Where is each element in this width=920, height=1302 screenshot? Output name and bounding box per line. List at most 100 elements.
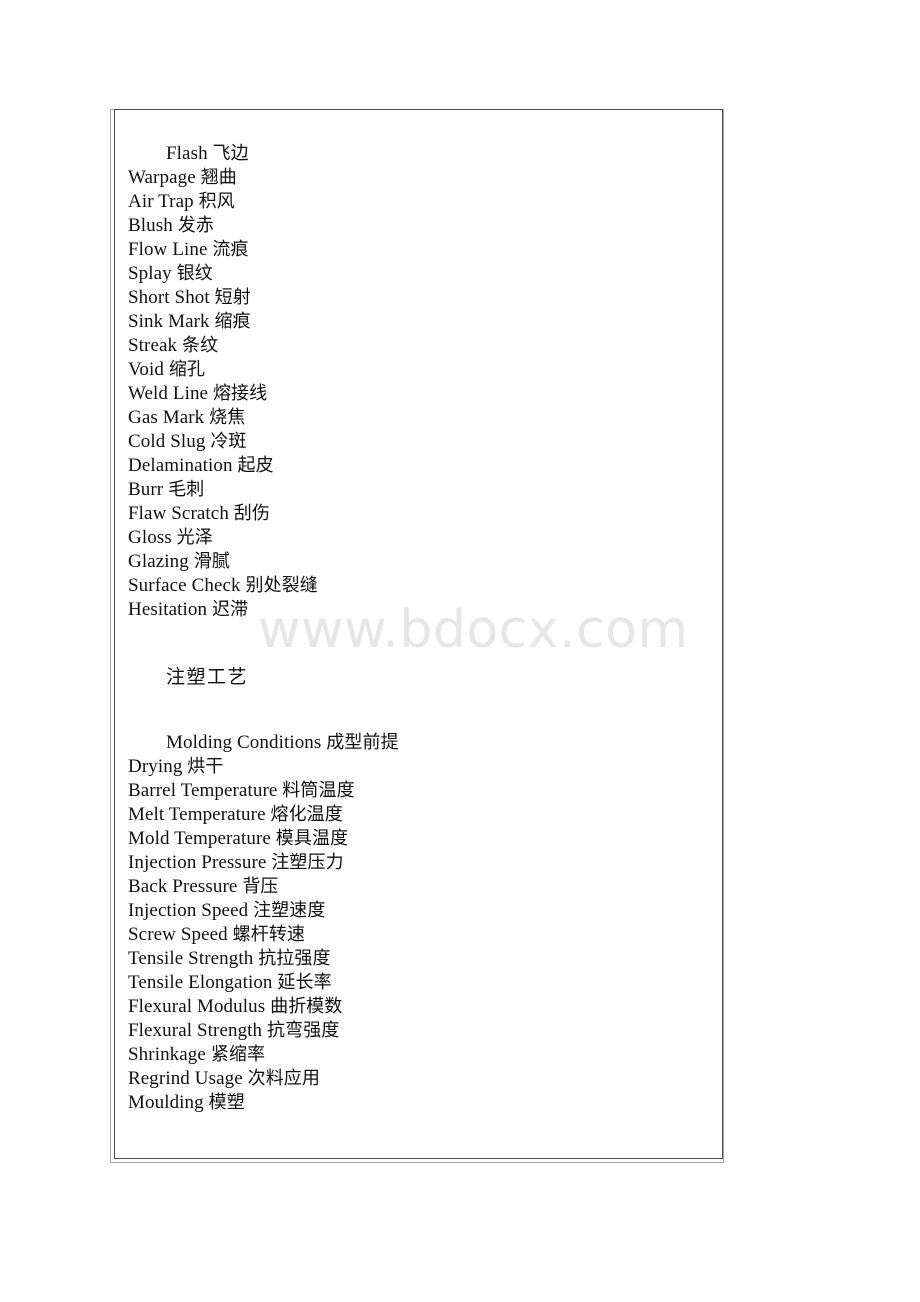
glossary-term-cn: 烧焦 [209, 407, 246, 428]
glossary-line: Air Trap 积风 [128, 190, 708, 214]
glossary-term-en: Gloss [128, 527, 172, 548]
glossary-term-en: Back Pressure [128, 876, 238, 897]
glossary-term-en: Hesitation [128, 599, 208, 620]
glossary-line: Streak 条纹 [128, 334, 708, 358]
section-molding-conditions: Molding Conditions 成型前提 Drying 烘干 Barrel T… [128, 731, 708, 1115]
glossary-term-cn: 积风 [198, 191, 235, 212]
glossary-term-cn: 紧缩率 [210, 1044, 266, 1065]
glossary-line: Surface Check 别处裂缝 [128, 574, 708, 598]
glossary-term-cn: 抗拉强度 [258, 948, 331, 969]
glossary-line: Warpage 翘曲 [128, 166, 708, 190]
glossary-line: Hesitation 迟滞 [128, 598, 708, 622]
glossary-term-en: Blush [128, 215, 173, 236]
glossary-line: Blush 发赤 [128, 214, 708, 238]
gap-after-process-heading [128, 691, 708, 731]
glossary-term-en: Flexural Modulus [128, 996, 266, 1017]
glossary-term-en: Flaw Scratch [128, 503, 229, 524]
glossary-line: Moulding 模塑 [128, 1091, 708, 1115]
glossary-term-en: Flash [166, 143, 208, 164]
glossary-term-en: Molding Conditions [166, 732, 322, 753]
gap-after-defects [128, 622, 708, 664]
glossary-term-cn: 模具温度 [275, 828, 349, 849]
glossary-term-en: Melt Temperature [128, 804, 266, 825]
glossary-line: Screw Speed 螺杆转速 [128, 923, 708, 947]
glossary-line: Flexural Strength 抗弯强度 [128, 1019, 708, 1043]
glossary-line: Flexural Modulus 曲折模数 [128, 995, 708, 1019]
glossary-line: Tensile Elongation 延长率 [128, 971, 708, 995]
glossary-term-en: Sink Mark [128, 311, 210, 332]
glossary-term-cn: 抗弯强度 [267, 1020, 340, 1041]
glossary-term-cn: 发赤 [177, 215, 214, 236]
glossary-term-cn: 起皮 [237, 455, 274, 476]
glossary-term-cn: 次料应用 [247, 1068, 321, 1089]
glossary-term-cn: 缩痕 [214, 311, 251, 332]
glossary-term-en: Gas Mark [128, 407, 205, 428]
glossary-term-cn: 飞边 [212, 143, 249, 164]
glossary-line: Cold Slug 冷斑 [128, 430, 708, 454]
document-content: Flash 飞边 Warpage 翘曲 Air Trap 积风 Blush 发赤 Flo… [128, 120, 708, 1115]
section-defect-glossary: Flash 飞边 Warpage 翘曲 Air Trap 积风 Blush 发赤 Flo… [128, 142, 708, 622]
glossary-line: Barrel Temperature 料筒温度 [128, 779, 708, 803]
glossary-term-en: Screw Speed [128, 924, 228, 945]
glossary-term-cn: 毛刺 [168, 479, 205, 500]
glossary-line: Injection Pressure 注塑压力 [128, 851, 708, 875]
glossary-term-en: Barrel Temperature [128, 780, 278, 801]
glossary-term-en: Warpage [128, 167, 196, 188]
glossary-term-en: Streak [128, 335, 178, 356]
glossary-term-cn: 成型前提 [326, 732, 399, 753]
glossary-term-en: Regrind Usage [128, 1068, 243, 1089]
glossary-term-cn: 翘曲 [200, 167, 237, 188]
glossary-line: Flow Line 流痕 [128, 238, 708, 262]
glossary-term-cn: 背压 [242, 876, 279, 897]
glossary-line: Splay 银纹 [128, 262, 708, 286]
glossary-term-en: Weld Line [128, 383, 209, 404]
section-heading-molding-process: 注塑工艺 [128, 664, 708, 691]
glossary-term-en: Moulding [128, 1092, 204, 1113]
glossary-line: Burr 毛刺 [128, 478, 708, 502]
glossary-term-cn: 料筒温度 [282, 780, 355, 801]
glossary-line: Melt Temperature 熔化温度 [128, 803, 708, 827]
glossary-term-cn: 熔接线 [212, 383, 268, 404]
glossary-term-cn: 注塑压力 [271, 852, 344, 873]
glossary-term-en: Flexural Strength [128, 1020, 263, 1041]
glossary-term-cn: 注塑速度 [253, 900, 326, 921]
glossary-line: Glazing 滑腻 [128, 550, 708, 574]
glossary-term-cn: 光泽 [176, 527, 213, 548]
glossary-line: Void 缩孔 [128, 358, 708, 382]
glossary-line: Weld Line 熔接线 [128, 382, 708, 406]
glossary-line: Regrind Usage 次料应用 [128, 1067, 708, 1091]
glossary-term-en: Void [128, 359, 164, 380]
glossary-line: Injection Speed 注塑速度 [128, 899, 708, 923]
top-spacer [128, 120, 708, 142]
glossary-term-cn: 烘干 [187, 756, 224, 777]
glossary-term-en: Tensile Strength [128, 948, 254, 969]
glossary-term-en: Delamination [128, 455, 233, 476]
glossary-term-cn: 刮伤 [233, 503, 270, 524]
section-title-cn: 注塑工艺 [166, 666, 249, 688]
document-page: www.bdocx.com Flash 飞边 Warpage 翘曲 Air Trap… [0, 0, 920, 1302]
glossary-line: Flash 飞边 [128, 142, 708, 166]
glossary-term-en: Tensile Elongation [128, 972, 273, 993]
glossary-term-en: Drying [128, 756, 183, 777]
glossary-line: Drying 烘干 [128, 755, 708, 779]
glossary-term-cn: 螺杆转速 [232, 924, 306, 945]
glossary-term-en: Glazing [128, 551, 189, 572]
glossary-term-cn: 别处裂缝 [245, 575, 318, 596]
glossary-line: Mold Temperature 模具温度 [128, 827, 708, 851]
glossary-term-en: Air Trap [128, 191, 194, 212]
glossary-term-en: Flow Line [128, 239, 208, 260]
glossary-term-cn: 曲折模数 [270, 996, 343, 1017]
glossary-line: Tensile Strength 抗拉强度 [128, 947, 708, 971]
glossary-term-cn: 条纹 [182, 335, 219, 356]
glossary-term-cn: 模塑 [208, 1092, 245, 1113]
glossary-term-en: Shrinkage [128, 1044, 206, 1065]
glossary-line: Back Pressure 背压 [128, 875, 708, 899]
glossary-term-cn: 短射 [214, 287, 251, 308]
glossary-line: Flaw Scratch 刮伤 [128, 502, 708, 526]
glossary-line: Delamination 起皮 [128, 454, 708, 478]
glossary-term-en: Injection Speed [128, 900, 249, 921]
glossary-term-cn: 流痕 [212, 239, 249, 260]
glossary-line: Sink Mark 缩痕 [128, 310, 708, 334]
glossary-line: Gas Mark 烧焦 [128, 406, 708, 430]
glossary-term-cn: 迟滞 [211, 599, 249, 620]
